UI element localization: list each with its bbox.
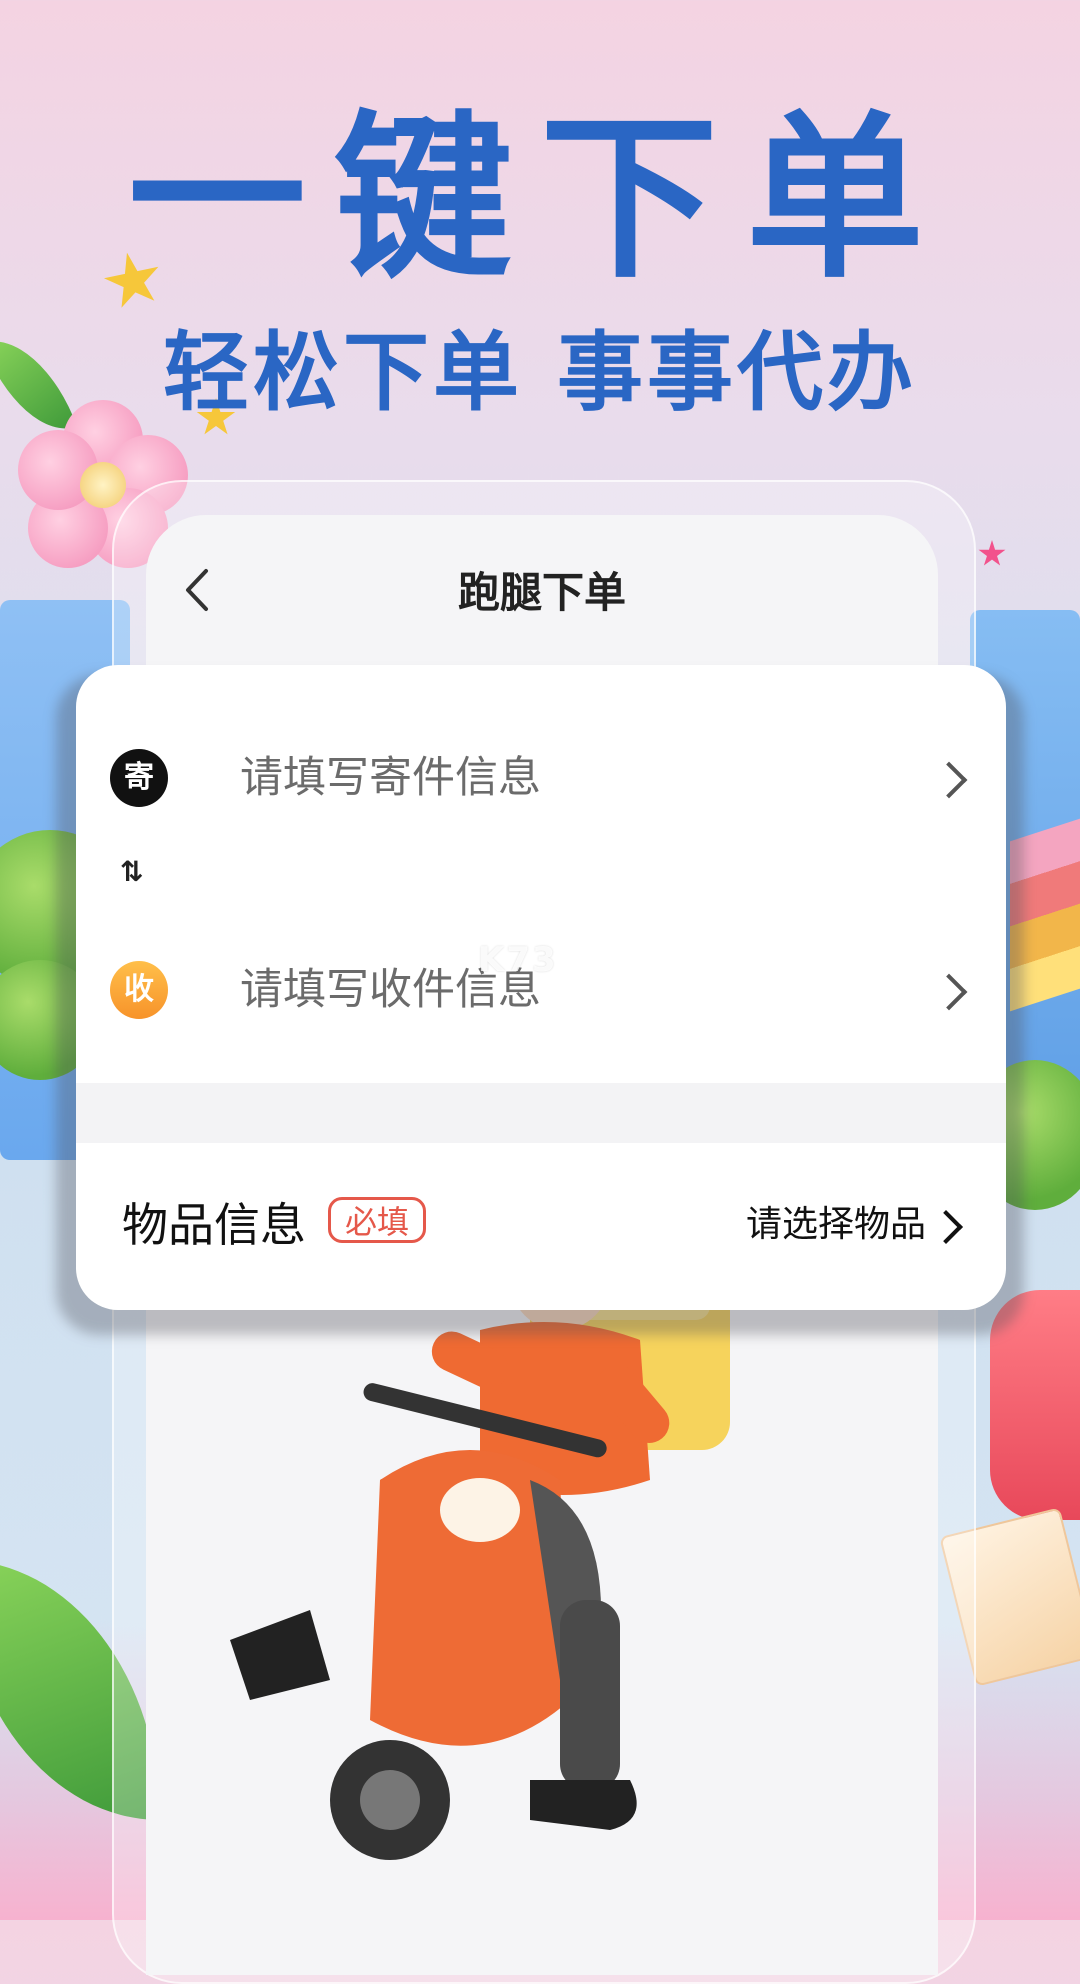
star-icon <box>978 540 1006 566</box>
sender-badge: 寄 <box>110 749 168 807</box>
select-item-button[interactable]: 请选择物品 <box>746 1195 926 1255</box>
chevron-right-icon <box>930 973 968 1011</box>
chevron-right-icon <box>929 1210 963 1244</box>
promo-headline: 一键下单 <box>128 95 952 302</box>
required-badge: 必填 <box>328 1197 427 1243</box>
order-form-card: 寄 请填写寄件信息 ⇅ 收 请填写收件信息 物品信息 必填 请选择物品 <box>76 665 1006 1310</box>
watermark-logo: K73 <box>478 940 558 980</box>
chevron-right-icon <box>930 761 968 799</box>
item-info-label: 物品信息 <box>122 1198 306 1252</box>
sender-info-row[interactable]: 寄 请填写寄件信息 <box>76 723 1006 833</box>
sender-info-label: 请填写寄件信息 <box>240 753 541 803</box>
section-divider <box>76 1083 1006 1143</box>
promo-subheadline: 轻松下单 事事代办 <box>163 323 917 423</box>
receiver-badge: 收 <box>110 961 168 1019</box>
page-title: 跑腿下单 <box>457 568 626 617</box>
swap-address-icon[interactable]: ⇅ <box>120 855 143 888</box>
